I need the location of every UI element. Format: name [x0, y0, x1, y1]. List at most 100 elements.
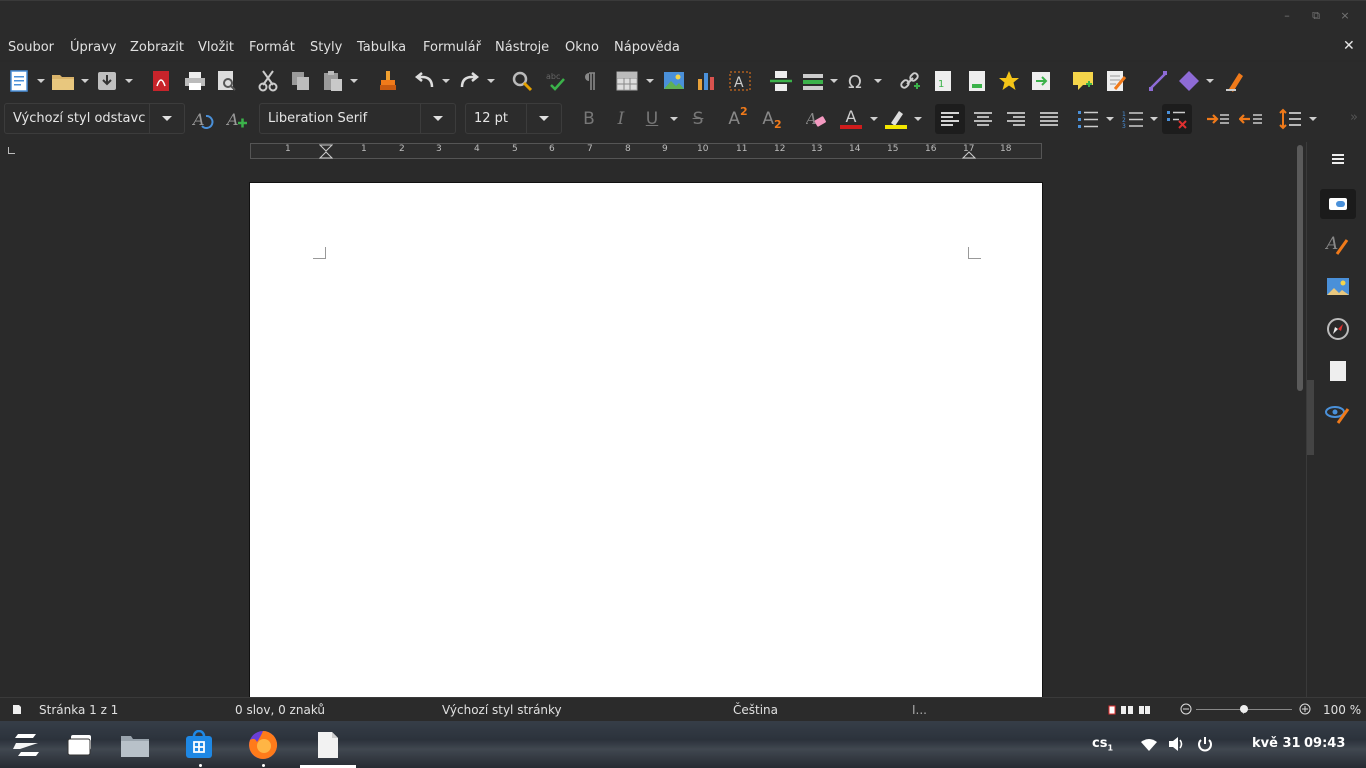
wifi-icon[interactable]	[1140, 738, 1158, 752]
insert-textbox-icon[interactable]: A	[727, 68, 753, 94]
menu-napoveda[interactable]: Nápověda	[614, 40, 680, 55]
menu-nastroje[interactable]: Nástroje	[495, 40, 549, 55]
insert-page-break-icon[interactable]	[768, 68, 794, 94]
software-store-icon[interactable]	[182, 728, 216, 762]
export-pdf-icon[interactable]	[148, 68, 174, 94]
save-icon[interactable]	[94, 68, 120, 94]
spelling-icon[interactable]: abc	[544, 68, 570, 94]
word-count-status[interactable]: 0 slov, 0 znaků	[235, 703, 325, 717]
left-indent-marker-icon[interactable]	[319, 144, 333, 159]
selection-mode-status[interactable]: I...	[912, 703, 927, 717]
track-changes-icon[interactable]	[1104, 68, 1130, 94]
insert-hyperlink-icon[interactable]	[897, 68, 923, 94]
superscript-button[interactable]: A2	[725, 105, 751, 132]
paste-icon[interactable]	[320, 68, 346, 94]
subscript-button[interactable]: A2	[759, 106, 785, 132]
italic-button[interactable]: I	[608, 106, 634, 132]
underline-button[interactable]: U	[639, 106, 665, 132]
sidebar-menu-icon[interactable]	[1324, 145, 1352, 173]
power-icon[interactable]	[1197, 736, 1213, 752]
font-size-chevron-icon[interactable]	[526, 104, 561, 133]
firefox-icon[interactable]	[246, 728, 280, 762]
tab-stop-type-icon[interactable]	[8, 147, 15, 154]
font-color-button[interactable]: A	[838, 106, 864, 132]
menu-soubor[interactable]: Soubor	[8, 40, 54, 55]
zoom-slider-thumb[interactable]	[1240, 705, 1248, 713]
print-icon[interactable]	[182, 68, 208, 94]
redo-dropdown-chevron-icon[interactable]	[487, 68, 495, 94]
document-page[interactable]	[249, 182, 1043, 702]
language-status[interactable]: Čeština	[733, 703, 778, 717]
new-style-icon[interactable]: A	[224, 106, 250, 132]
sidebar-collapse-handle[interactable]	[1307, 380, 1314, 455]
restore-button[interactable]: ⧉	[1309, 9, 1323, 23]
menu-vlozit[interactable]: Vložit	[198, 40, 234, 55]
highlight-color-button[interactable]	[883, 106, 909, 132]
font-size-combobox[interactable]: 12 pt	[465, 103, 562, 134]
find-replace-icon[interactable]	[510, 68, 536, 94]
volume-icon[interactable]	[1168, 736, 1186, 752]
show-draw-functions-icon[interactable]	[1222, 68, 1248, 94]
align-right-button[interactable]	[1003, 106, 1029, 132]
toolbar-overflow-chevron-icon[interactable]: »	[1350, 110, 1358, 125]
minimize-button[interactable]: –	[1280, 9, 1294, 23]
decrease-indent-icon[interactable]	[1238, 106, 1264, 132]
increase-indent-icon[interactable]	[1205, 106, 1231, 132]
cross-reference-icon[interactable]	[1029, 68, 1055, 94]
font-name-chevron-icon[interactable]	[420, 104, 455, 133]
bookmark-star-icon[interactable]	[996, 68, 1022, 94]
align-center-button[interactable]	[970, 106, 996, 132]
open-folder-icon[interactable]	[50, 68, 76, 94]
cut-icon[interactable]	[255, 68, 281, 94]
update-style-icon[interactable]: A	[190, 106, 216, 132]
vertical-scrollbar-thumb[interactable]	[1297, 145, 1303, 391]
paragraph-style-combobox[interactable]: Výchozí styl odstavc	[4, 103, 185, 134]
line-spacing-icon[interactable]	[1278, 106, 1304, 132]
bold-button[interactable]: B	[576, 106, 602, 132]
insert-field-icon[interactable]	[800, 68, 826, 94]
zorin-menu-icon[interactable]	[10, 728, 44, 762]
zoom-in-icon[interactable]	[1299, 703, 1311, 715]
align-left-button[interactable]	[935, 104, 965, 134]
workspaces-icon[interactable]	[63, 728, 97, 762]
save-dropdown-chevron-icon[interactable]	[125, 68, 133, 94]
menu-styly[interactable]: Styly	[310, 40, 342, 55]
ordered-list-dropdown-chevron-icon[interactable]	[1150, 106, 1158, 132]
redo-icon[interactable]	[456, 68, 482, 94]
zoom-out-icon[interactable]	[1180, 703, 1192, 715]
highlight-dropdown-chevron-icon[interactable]	[914, 106, 922, 132]
insert-endnote-icon[interactable]	[964, 68, 990, 94]
insert-line-icon[interactable]	[1145, 68, 1171, 94]
special-char-dropdown-chevron-icon[interactable]	[874, 68, 882, 94]
menu-formular[interactable]: Formulář	[423, 40, 481, 55]
strikethrough-button[interactable]: S	[685, 106, 711, 132]
sidebar-properties-icon[interactable]	[1320, 189, 1356, 219]
open-dropdown-chevron-icon[interactable]	[81, 68, 89, 94]
window-close-button[interactable]: ×	[1338, 9, 1352, 23]
files-app-icon[interactable]	[118, 728, 152, 762]
right-indent-marker-icon[interactable]	[962, 144, 976, 159]
underline-dropdown-chevron-icon[interactable]	[670, 106, 678, 132]
zoom-slider[interactable]	[1180, 702, 1312, 716]
undo-dropdown-chevron-icon[interactable]	[442, 68, 450, 94]
horizontal-ruler[interactable]: 1 1 2 3 4 5 6 7 8 9 10 11 12 13 14 15 16…	[250, 143, 1042, 159]
paragraph-style-chevron-icon[interactable]	[149, 104, 184, 133]
menu-tabulka[interactable]: Tabulka	[357, 40, 406, 55]
insert-table-icon[interactable]	[614, 68, 640, 94]
clone-formatting-icon[interactable]	[375, 68, 401, 94]
font-color-dropdown-chevron-icon[interactable]	[870, 106, 878, 132]
insert-chart-icon[interactable]	[694, 68, 720, 94]
sidebar-navigator-icon[interactable]	[1324, 315, 1352, 343]
clock-time[interactable]: 09:43	[1304, 736, 1345, 751]
sidebar-style-inspector-icon[interactable]	[1324, 399, 1352, 427]
paste-dropdown-chevron-icon[interactable]	[350, 68, 358, 94]
ordered-list-icon[interactable]: 123	[1120, 106, 1146, 132]
sidebar-styles-icon[interactable]: A	[1324, 230, 1352, 258]
close-document-button[interactable]: ✕	[1343, 38, 1355, 54]
keyboard-layout-indicator[interactable]: cs1	[1092, 736, 1113, 753]
shapes-dropdown-chevron-icon[interactable]	[1206, 68, 1214, 94]
unordered-list-dropdown-chevron-icon[interactable]	[1106, 106, 1114, 132]
menu-upravy[interactable]: Úpravy	[70, 40, 116, 55]
sidebar-page-icon[interactable]	[1324, 357, 1352, 385]
menu-okno[interactable]: Okno	[565, 40, 599, 55]
